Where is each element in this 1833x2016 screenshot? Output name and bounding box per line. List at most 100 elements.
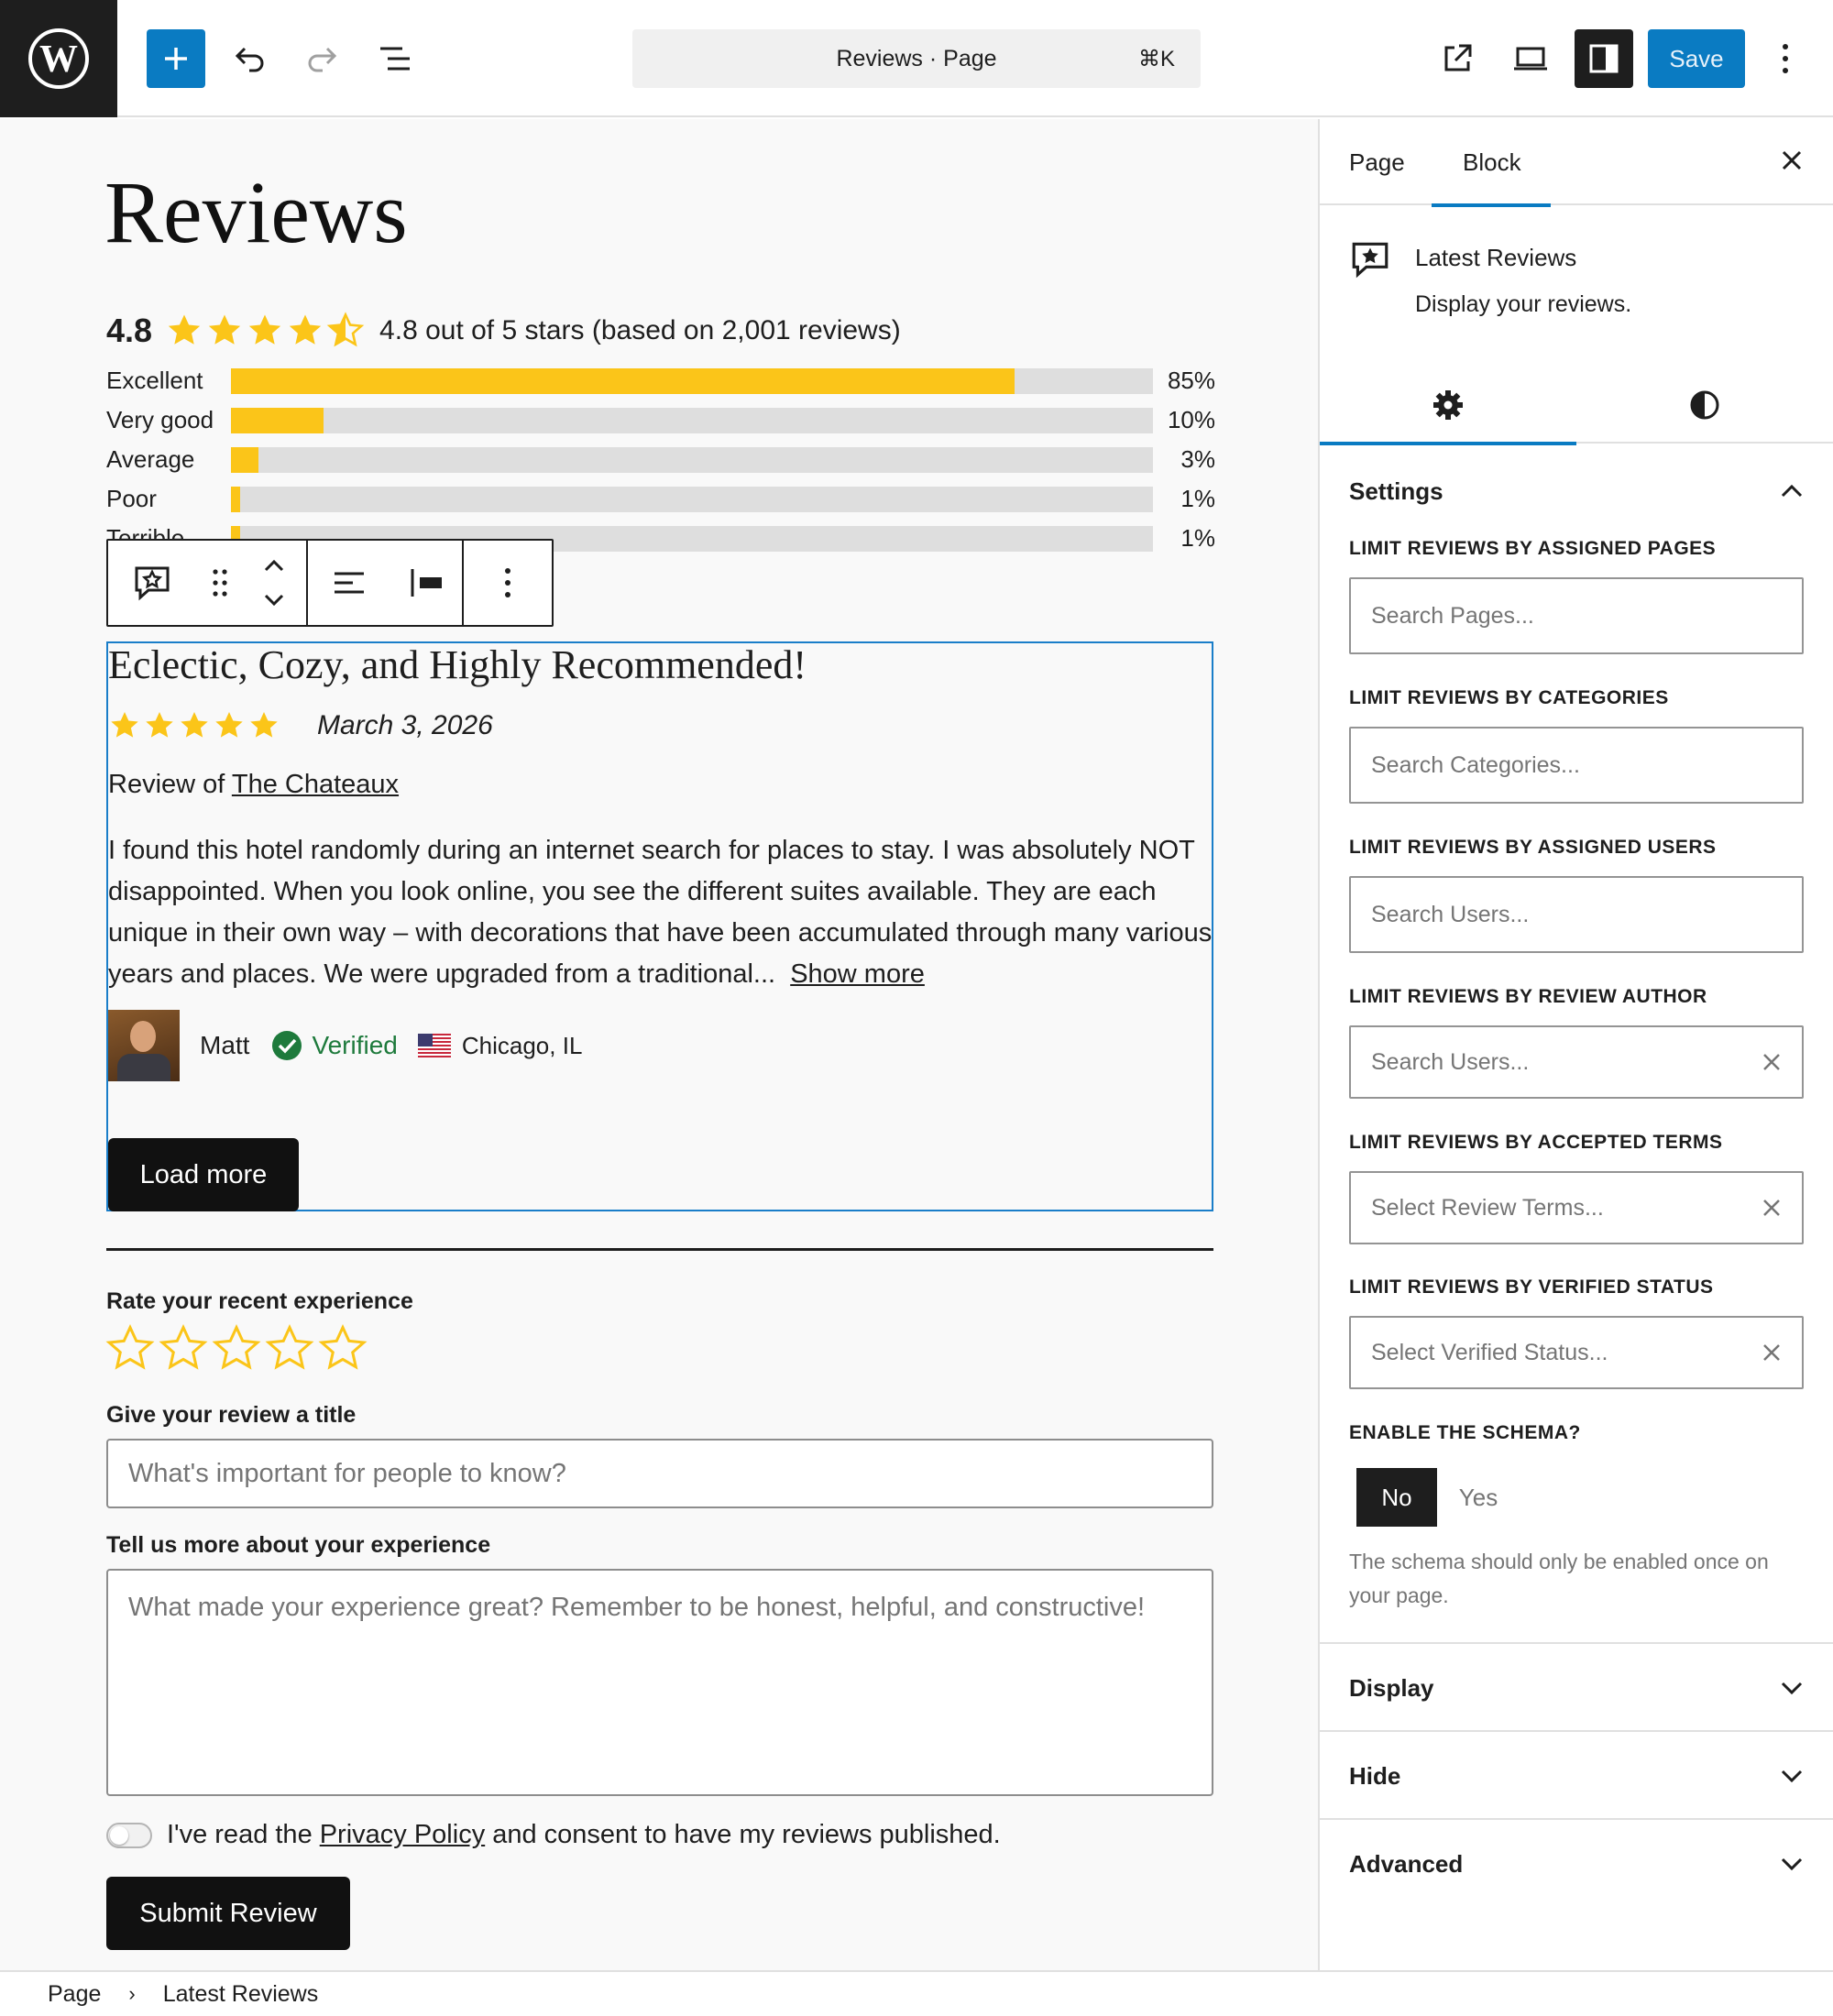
review-of-link[interactable]: The Chateaux [232, 770, 399, 799]
rating-bar-percent: 85% [1167, 367, 1215, 394]
review-block-icon[interactable] [108, 541, 196, 625]
svg-text:W: W [39, 38, 78, 81]
star-icon [168, 314, 201, 345]
tab-page[interactable]: Page [1349, 119, 1405, 205]
rating-bar-percent: 10% [1167, 406, 1215, 433]
align-left-icon[interactable] [308, 541, 390, 625]
schema-no-option[interactable]: No [1356, 1468, 1437, 1527]
rating-summary-text: 4.8 out of 5 stars (based on 2,001 revie… [379, 315, 901, 345]
display-panel-header[interactable]: Display [1320, 1644, 1833, 1732]
clear-icon[interactable] [1762, 1052, 1782, 1072]
clear-icon[interactable] [1762, 1342, 1782, 1363]
author-name: Matt [200, 1031, 250, 1059]
clear-icon[interactable] [1762, 1198, 1782, 1218]
chevron-down-icon [1781, 1857, 1803, 1871]
chevron-down-icon [1781, 1682, 1803, 1695]
block-toolbar-group [464, 541, 552, 625]
field-label-review-author: Limit reviews by review author [1349, 986, 1707, 1007]
review-body-text: I found this hotel randomly during an in… [108, 836, 1213, 989]
average-stars [165, 312, 365, 350]
select-verified-status-input[interactable]: Select Verified Status... [1349, 1316, 1804, 1389]
privacy-policy-link[interactable]: Privacy Policy [320, 1820, 486, 1850]
more-options-icon[interactable] [1758, 29, 1813, 88]
drag-handle-icon[interactable] [196, 541, 244, 625]
advanced-panel-header[interactable]: Advanced [1320, 1820, 1833, 1908]
consent-toggle[interactable] [106, 1822, 152, 1848]
redo-icon[interactable] [293, 29, 352, 88]
review-body: I found this hotel randomly during an in… [108, 830, 1213, 995]
rating-bar-track [231, 487, 1153, 512]
block-toolbar-group [108, 541, 308, 625]
chevron-up-icon [1781, 484, 1803, 498]
undo-icon[interactable] [220, 29, 279, 88]
consent-row: I've read the Privacy Policy and consent… [106, 1820, 1001, 1850]
settings-panel-header[interactable]: Settings [1320, 447, 1833, 535]
settings-tab-gear-icon[interactable] [1320, 367, 1576, 445]
save-button[interactable]: Save [1648, 29, 1745, 88]
settings-panel-title: Settings [1349, 477, 1443, 505]
show-more-link[interactable]: Show more [790, 959, 925, 989]
search-categories-input[interactable]: Search Categories... [1349, 727, 1804, 804]
rating-bar-row: Poor 1% [106, 485, 1215, 524]
empty-star-icon[interactable] [264, 1323, 315, 1375]
wordpress-logo-icon[interactable]: W [0, 0, 117, 117]
block-card: Latest Reviews Display your reviews. [1320, 207, 1833, 372]
schema-label: Enable the schema? [1349, 1422, 1581, 1443]
search-categories-placeholder: Search Categories... [1371, 751, 1580, 778]
rating-bar-track [231, 368, 1153, 394]
breadcrumb-item-page[interactable]: Page [48, 1981, 101, 2008]
schema-yes-option[interactable]: Yes [1437, 1468, 1520, 1527]
review-title-input[interactable]: What's important for people to know? [106, 1439, 1213, 1508]
view-page-external-icon[interactable] [1428, 29, 1487, 88]
review-date: March 3, 2026 [317, 710, 493, 740]
close-icon[interactable] [1778, 147, 1806, 179]
tab-block[interactable]: Block [1432, 119, 1550, 207]
device-preview-icon[interactable] [1501, 29, 1560, 88]
star-icon [181, 712, 208, 738]
review-author: Matt Verified Chicago, IL [108, 1010, 582, 1081]
command-title: Reviews · Page [836, 45, 997, 71]
submit-review-button[interactable]: Submit Review [106, 1877, 350, 1950]
command-palette-button[interactable]: Reviews · Page ⌘K [632, 29, 1201, 88]
empty-star-icon[interactable] [317, 1323, 368, 1375]
review-stars [108, 709, 280, 742]
rating-input [104, 1323, 368, 1375]
move-up-down-icon[interactable] [244, 541, 304, 625]
document-overview-icon[interactable] [367, 29, 425, 88]
justify-left-icon[interactable] [390, 541, 462, 625]
star-icon [289, 314, 322, 345]
search-pages-input[interactable]: Search Pages... [1349, 577, 1804, 654]
star-icon [111, 712, 138, 738]
rating-bar-percent: 1% [1180, 524, 1215, 552]
rating-bar-label: Excellent [106, 367, 203, 394]
empty-star-icon[interactable] [158, 1323, 209, 1375]
rating-bar-fill [231, 447, 259, 473]
rating-bar-fill [231, 487, 241, 512]
search-users-input[interactable]: Search Users... [1349, 876, 1804, 953]
hide-panel-header[interactable]: Hide [1320, 1732, 1833, 1820]
empty-star-icon[interactable] [211, 1323, 262, 1375]
select-review-terms-input[interactable]: Select Review Terms... [1349, 1171, 1804, 1244]
breadcrumb-item-latest-reviews[interactable]: Latest Reviews [163, 1981, 319, 2008]
us-flag-icon [417, 1034, 451, 1057]
empty-star-icon[interactable] [104, 1323, 156, 1375]
verified-label: Verified [312, 1031, 398, 1059]
settings-sidebar-toggle-icon[interactable] [1575, 29, 1633, 88]
load-more-button[interactable]: Load more [108, 1138, 299, 1211]
field-label-accepted-terms: Limit reviews by accepted terms [1349, 1132, 1723, 1153]
search-review-author-input[interactable]: Search Users... [1349, 1025, 1804, 1099]
review-body-label: Tell us more about your experience [106, 1532, 491, 1558]
add-block-button[interactable] [147, 29, 205, 88]
verified-check-icon [272, 1031, 302, 1060]
review-of: Review of The Chateaux [108, 770, 399, 800]
review-body-textarea[interactable]: What made your experience great? Remembe… [106, 1569, 1213, 1796]
author-location: Chicago, IL [417, 1032, 582, 1060]
review-title-label: Give your review a title [106, 1402, 357, 1428]
page-title[interactable]: Reviews [104, 161, 408, 263]
field-label-categories: Limit reviews by categories [1349, 687, 1669, 708]
latest-reviews-block[interactable]: Eclectic, Cozy, and Highly Recommended! … [106, 641, 1213, 1211]
styles-tab-contrast-icon[interactable] [1576, 367, 1833, 444]
rating-bar-row: Very good 10% [106, 406, 1215, 445]
block-options-icon[interactable] [464, 541, 552, 625]
hide-panel-title: Hide [1349, 1761, 1401, 1790]
